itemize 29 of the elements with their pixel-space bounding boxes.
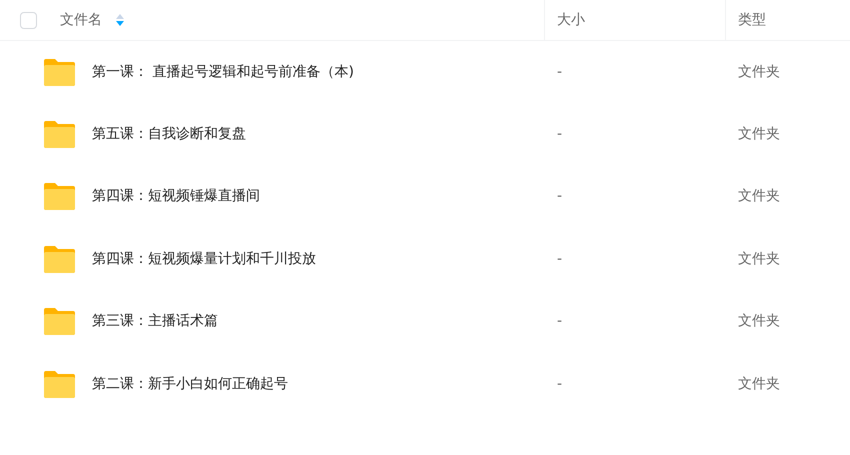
file-type: 文件夹: [738, 313, 780, 330]
folder-icon: [44, 246, 75, 273]
folder-name[interactable]: 第四课：短视频锤爆直播间: [92, 186, 260, 208]
folder-name[interactable]: 第一课： 直播起号逻辑和起号前准备（本): [92, 62, 354, 83]
file-size: -: [557, 188, 562, 204]
folder-name[interactable]: 第三课：主播话术篇: [92, 311, 218, 332]
file-type: 文件夹: [738, 376, 780, 392]
file-type: 文件夹: [738, 188, 780, 204]
size-column-header[interactable]: 大小: [557, 10, 585, 30]
folder-icon: [44, 370, 75, 398]
folder-name[interactable]: 第二课：新手小白如何正确起号: [92, 374, 288, 395]
select-all-checkbox[interactable]: [20, 12, 37, 28]
file-size: -: [557, 313, 562, 330]
folder-name[interactable]: 第四课：短视频爆量计划和千川投放: [92, 248, 316, 270]
file-size: -: [557, 64, 562, 80]
folder-icon: [44, 58, 75, 86]
name-column-header[interactable]: 文件名: [60, 10, 102, 30]
sort-icon[interactable]: [116, 14, 124, 26]
file-size: -: [557, 126, 562, 142]
folder-icon: [44, 121, 75, 148]
type-column-header[interactable]: 类型: [738, 10, 766, 30]
folder-icon: [44, 308, 75, 336]
file-type: 文件夹: [738, 64, 780, 80]
file-type: 文件夹: [738, 126, 780, 142]
folder-icon: [44, 183, 75, 210]
file-type: 文件夹: [738, 250, 780, 267]
file-size: -: [557, 376, 562, 392]
folder-name[interactable]: 第五课：自我诊断和复盘: [92, 124, 246, 146]
file-size: -: [557, 250, 562, 267]
